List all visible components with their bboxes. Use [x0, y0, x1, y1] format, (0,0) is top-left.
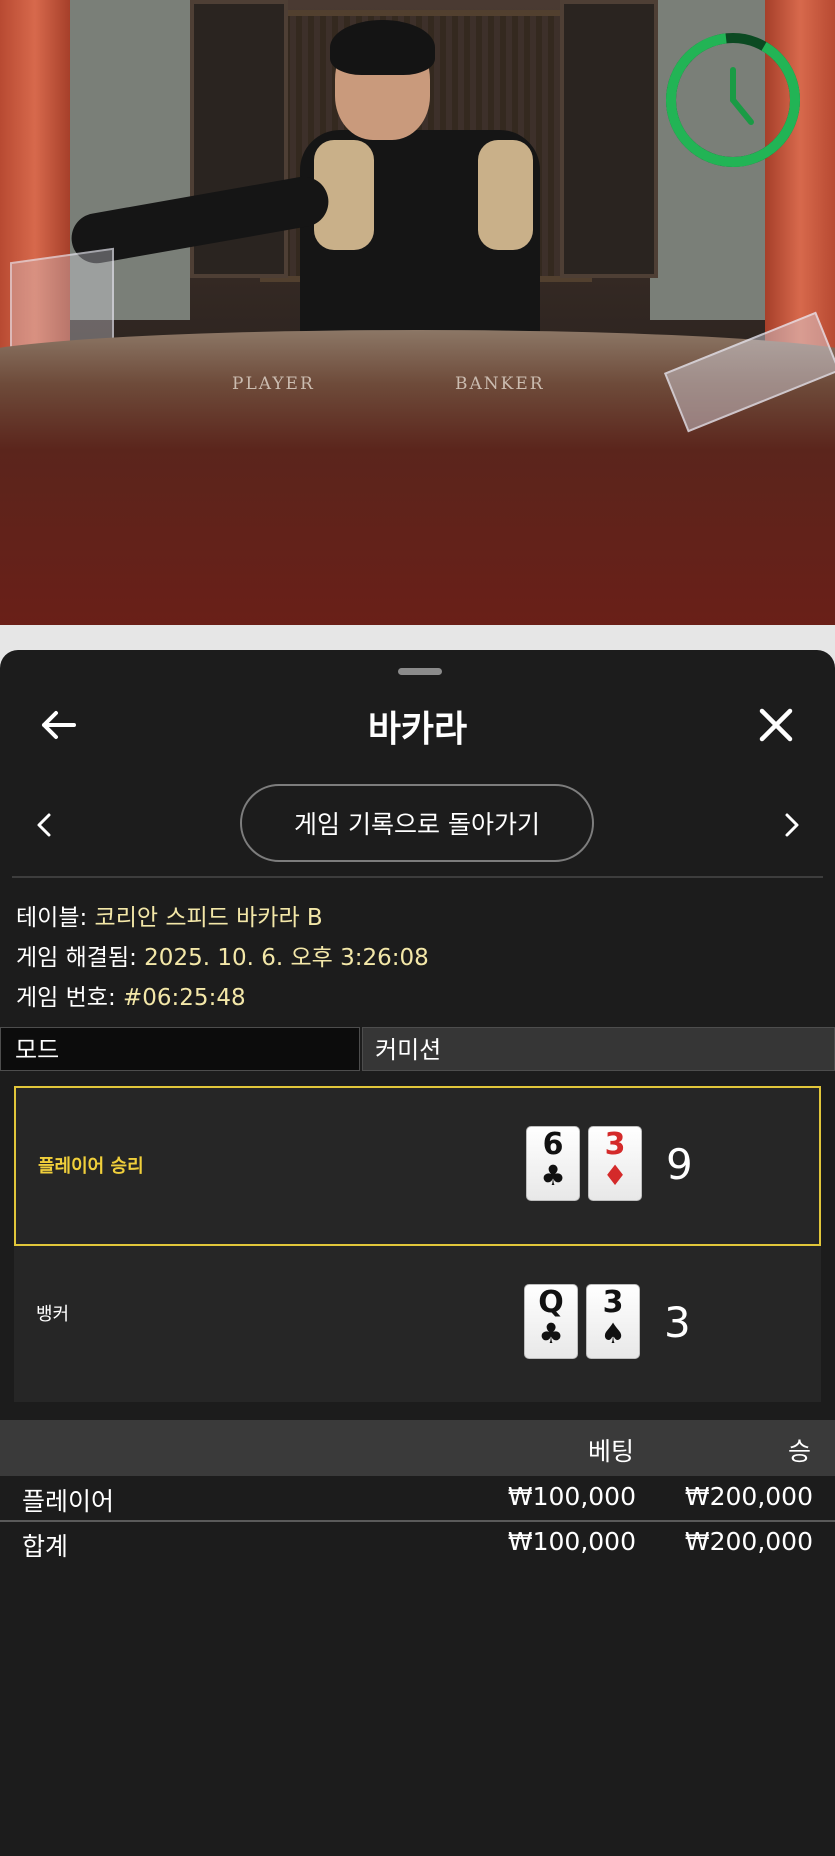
game-number-value: #06:25:48 — [123, 985, 246, 1011]
mode-tabs: 모드 커미션 — [0, 1027, 835, 1073]
player-card-2: 3 ♦ — [588, 1126, 642, 1201]
banker-card-1: Q ♣ — [524, 1284, 578, 1359]
bet-name: 플레이어 — [22, 1487, 115, 1516]
card-rank: Q — [538, 1285, 564, 1320]
diamond-icon: ♦ — [602, 1159, 628, 1192]
game-number-label: 게임 번호: — [16, 985, 124, 1011]
total-win: ₩200,000 — [684, 1527, 813, 1556]
table-info: 테이블: 코리안 스피드 바카라 B — [16, 898, 323, 932]
resolved-label: 게임 해결됨: — [16, 945, 145, 971]
win-column-header: 승 — [788, 1437, 812, 1466]
banker-score: 3 — [664, 1298, 691, 1347]
player-card-1: 6 ♣ — [526, 1126, 580, 1201]
resolved-info: 게임 해결됨: 2025. 10. 6. 오후 3:26:08 — [16, 938, 429, 972]
total-row: 합계 ₩100,000 ₩200,000 — [0, 1521, 835, 1565]
divider — [12, 876, 823, 878]
total-bet: ₩100,000 — [507, 1527, 636, 1556]
player-result-row: 플레이어 승리 6 ♣ 3 ♦ 9 — [14, 1086, 821, 1246]
page-title: 바카라 — [367, 709, 468, 750]
card-rank: 3 — [602, 1285, 624, 1320]
back-to-history-button[interactable]: 게임 기록으로 돌아가기 — [240, 784, 594, 862]
tab-commission[interactable]: 커미션 — [362, 1027, 835, 1071]
card-rank: 6 — [542, 1127, 564, 1162]
round-result: 플레이어 승리 6 ♣ 3 ♦ 9 뱅커 Q ♣ 3 ♠ 3 — [14, 1086, 821, 1402]
dealer-vest-right — [478, 140, 533, 250]
club-icon: ♣ — [540, 1159, 566, 1192]
resolved-value: 2025. 10. 6. 오후 3:26:08 — [144, 945, 429, 971]
chevron-right-icon[interactable] — [772, 800, 812, 850]
table-label: 테이블: — [16, 905, 95, 931]
bets-table-header: 베팅 승 — [0, 1420, 835, 1476]
card-rank: 3 — [604, 1127, 626, 1162]
tab-mode[interactable]: 모드 — [0, 1027, 360, 1071]
club-icon: ♣ — [538, 1317, 564, 1350]
chevron-left-icon[interactable] — [24, 800, 64, 850]
dealer — [300, 20, 540, 360]
spade-icon: ♠ — [600, 1317, 626, 1350]
dealer-hair — [330, 20, 435, 75]
win-amount: ₩200,000 — [684, 1482, 813, 1511]
banker-card-2: 3 ♠ — [586, 1284, 640, 1359]
close-icon[interactable] — [746, 695, 806, 755]
table-row: 플레이어 ₩100,000 ₩200,000 — [0, 1476, 835, 1520]
banker-result-row: 뱅커 Q ♣ 3 ♠ 3 — [14, 1246, 821, 1406]
table-label-player: PLAYER — [232, 374, 315, 394]
bet-amount: ₩100,000 — [507, 1482, 636, 1511]
bet-column-header: 베팅 — [588, 1437, 635, 1466]
clock-icon — [663, 30, 803, 170]
table-label-banker: BANKER — [455, 374, 545, 394]
game-number-info: 게임 번호: #06:25:48 — [16, 978, 246, 1012]
total-label: 합계 — [22, 1532, 69, 1561]
drag-handle[interactable] — [398, 668, 442, 675]
game-history-sheet: 바카라 게임 기록으로 돌아가기 테이블: 코리안 스피드 바카라 B 게임 해… — [0, 650, 835, 1856]
player-score: 9 — [666, 1140, 693, 1189]
banker-result-label: 뱅커 — [36, 1304, 70, 1325]
wall-panel-right — [560, 0, 658, 278]
live-video-stream: PLAYER BANKER — [0, 0, 835, 625]
player-result-label: 플레이어 승리 — [38, 1156, 144, 1177]
table-value: 코리안 스피드 바카라 B — [94, 905, 323, 931]
